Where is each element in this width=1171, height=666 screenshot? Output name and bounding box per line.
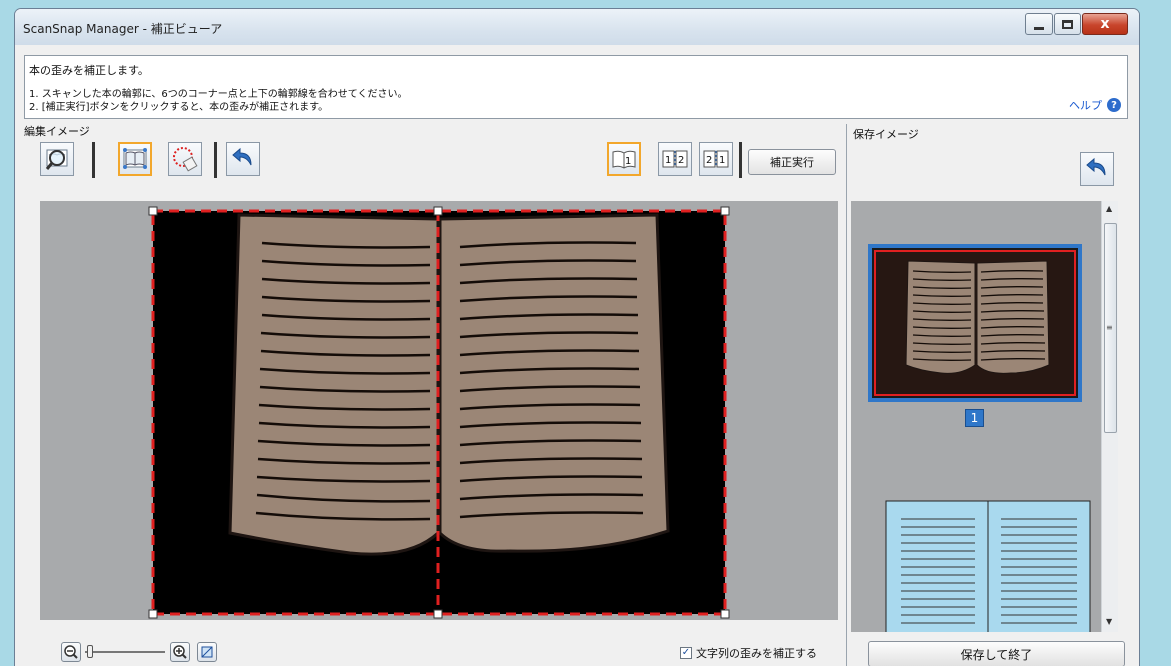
checkbox-box[interactable]: ✓ (680, 647, 692, 659)
fit-icon (201, 646, 213, 658)
magnifier-icon (45, 149, 68, 170)
thumbnail-scrollbar[interactable]: ▲ ≡ ▼ (1101, 201, 1118, 632)
single-page-label: 1 (625, 156, 631, 167)
undo-icon (232, 147, 252, 166)
page-number-badge[interactable]: 1 (965, 409, 984, 427)
toolbar-separator (92, 142, 95, 178)
toolbar-separator (214, 142, 217, 178)
panel-divider (846, 124, 847, 666)
close-button[interactable]: x (1082, 13, 1128, 35)
window-title: ScanSnap Manager - 補正ビューア (23, 22, 223, 36)
zoom-in-button[interactable] (170, 642, 190, 662)
svg-text:1: 1 (719, 155, 725, 166)
instruction-step-2: 2. [補正実行]ボタンをクリックすると、本の歪みが補正されます。 (29, 102, 329, 113)
help-label: ヘルプ (1069, 99, 1102, 112)
dotted-select-icon (173, 147, 198, 172)
close-icon: x (1100, 16, 1110, 32)
minimize-button[interactable] (1025, 13, 1053, 35)
svg-text:2: 2 (706, 155, 712, 166)
two-page-lr-icon: 1 2 (662, 150, 688, 168)
scroll-grip-icon: ≡ (1106, 323, 1113, 332)
edit-image-label: 編集イメージ (24, 125, 90, 138)
svg-text:1: 1 (665, 155, 671, 166)
book-tool-button[interactable] (118, 142, 152, 176)
execute-correction-button[interactable]: 補正実行 (748, 149, 836, 175)
bottom-bar: ✓ 文字列の歪みを補正する 保存して終了 (15, 637, 1139, 666)
magnifier-tool-button[interactable] (40, 142, 74, 176)
scroll-down-icon[interactable]: ▼ (1106, 617, 1112, 626)
book-icon (123, 148, 147, 169)
maximize-icon (1062, 19, 1073, 29)
thumbnail-page-2 (885, 500, 1091, 632)
save-image-label: 保存イメージ (853, 128, 919, 141)
two-page-rl-mode-button[interactable]: 2 1 (699, 142, 733, 176)
help-icon: ? (1107, 98, 1121, 112)
rotate-icon (1086, 157, 1106, 176)
rotate-button[interactable] (1080, 152, 1114, 186)
single-page-icon: 1 (612, 150, 636, 169)
zoom-out-icon (64, 645, 78, 659)
app-window: ScanSnap Manager - 補正ビューア x 本の歪みを補正します。 … (14, 8, 1140, 666)
region-select-tool-button[interactable] (168, 142, 202, 176)
two-page-rl-icon: 2 1 (703, 150, 729, 168)
zoom-in-icon (173, 645, 187, 659)
save-and-exit-button[interactable]: 保存して終了 (868, 641, 1125, 666)
title-bar[interactable]: ScanSnap Manager - 補正ビューア x (15, 9, 1139, 45)
toolbar-separator (739, 142, 742, 178)
svg-text:2: 2 (678, 155, 684, 166)
text-deskew-checkbox[interactable]: ✓ 文字列の歪みを補正する (680, 645, 817, 661)
minimize-icon (1034, 26, 1044, 30)
scanned-book-image (148, 206, 730, 619)
fit-to-window-button[interactable] (197, 642, 217, 662)
zoom-out-button[interactable] (61, 642, 81, 662)
instruction-heading: 本の歪みを補正します。 (29, 64, 149, 77)
help-link[interactable]: ヘルプ ? (1069, 97, 1121, 113)
maximize-button[interactable] (1054, 13, 1081, 35)
undo-tool-button[interactable] (226, 142, 260, 176)
scroll-up-icon[interactable]: ▲ (1106, 204, 1112, 213)
instruction-panel: 本の歪みを補正します。 1. スキャンした本の輪郭に、6つのコーナー点と上下の輪… (24, 55, 1128, 119)
two-page-lr-mode-button[interactable]: 1 2 (658, 142, 692, 176)
edit-image-canvas[interactable] (40, 201, 838, 620)
zoom-slider-knob[interactable] (87, 645, 93, 658)
checkbox-label: 文字列の歪みを補正する (696, 647, 817, 660)
single-page-mode-button[interactable]: 1 (607, 142, 641, 176)
zoom-slider[interactable] (85, 645, 165, 658)
thumbnail-page-1 (868, 244, 1082, 402)
